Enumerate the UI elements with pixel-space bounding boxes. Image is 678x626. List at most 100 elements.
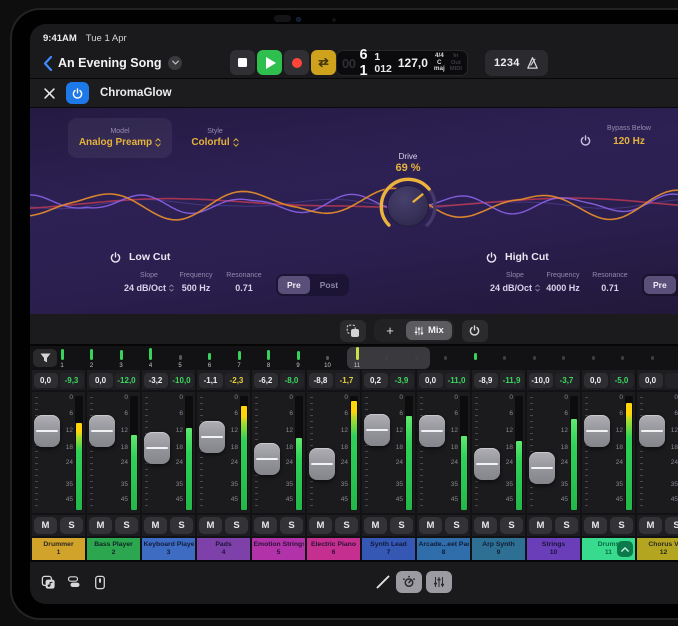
channel-name-cell[interactable]: Arcade...eet Pad 8 xyxy=(417,538,470,560)
channel-fader-track[interactable]: 061218243545 xyxy=(582,392,635,513)
channel-fader-handle[interactable] xyxy=(89,415,115,447)
overview-meter[interactable] xyxy=(592,356,595,360)
overview-meter[interactable] xyxy=(90,349,93,360)
add-track-button[interactable]: + xyxy=(376,321,404,340)
solo-button[interactable]: S xyxy=(170,517,193,534)
mute-button[interactable]: M xyxy=(529,517,552,534)
lcd-display[interactable]: 00 6 1 1 012 127,0 4/4 C maj In Out MIDI xyxy=(336,50,468,76)
channel-volume-value[interactable]: 0,0 xyxy=(419,373,443,388)
mute-button[interactable]: M xyxy=(584,517,607,534)
channel-fader-handle[interactable] xyxy=(639,415,665,447)
low-cut-post-button[interactable]: Post xyxy=(311,276,347,294)
song-title-menu[interactable]: An Evening Song xyxy=(58,46,182,79)
solo-button[interactable]: S xyxy=(665,517,678,534)
model-selector[interactable]: Model Analog Preamp xyxy=(68,118,172,158)
channel-volume-value[interactable]: -8,8 xyxy=(309,373,333,388)
solo-button[interactable]: S xyxy=(225,517,248,534)
overview-meter[interactable] xyxy=(562,356,565,360)
overview-meter[interactable] xyxy=(356,347,359,360)
channel-fader-track[interactable]: 061218243545 xyxy=(32,392,85,513)
solo-button[interactable]: S xyxy=(390,517,413,534)
play-button[interactable] xyxy=(257,50,282,75)
channel-peak-value[interactable]: -5,0 xyxy=(610,373,634,388)
channel-fader-handle[interactable] xyxy=(419,415,445,447)
channel-fader-track[interactable]: 061218243545 xyxy=(417,392,470,513)
low-cut-pre-button[interactable]: Pre xyxy=(278,276,310,294)
channel-volume-value[interactable]: 0,2 xyxy=(364,373,388,388)
overview-meter[interactable] xyxy=(415,356,418,360)
bypass-below-control[interactable]: Bypass Below 120 Hz xyxy=(597,118,661,147)
solo-button[interactable]: S xyxy=(280,517,303,534)
channel-name-cell[interactable]: Chorus V 12 xyxy=(637,538,678,560)
channel-fader-track[interactable]: 061218243545 xyxy=(637,392,678,513)
mute-button[interactable]: M xyxy=(364,517,387,534)
level-control[interactable]: Level 0.0 xyxy=(666,118,678,147)
channel-name-cell[interactable]: Drums 11 xyxy=(582,538,635,560)
controls-view-button[interactable] xyxy=(396,571,422,593)
channel-fader-handle[interactable] xyxy=(199,421,225,453)
channel-peak-value[interactable]: -3,7 xyxy=(555,373,579,388)
channel-fader-track[interactable]: 061218243545 xyxy=(197,392,250,513)
overview-meter[interactable] xyxy=(326,356,329,360)
solo-button[interactable]: S xyxy=(500,517,523,534)
stop-button[interactable] xyxy=(230,50,255,75)
channel-name-cell[interactable]: Pads 4 xyxy=(197,538,250,560)
solo-button[interactable]: S xyxy=(610,517,633,534)
overview-meter[interactable] xyxy=(238,351,241,360)
channel-fader-track[interactable]: 061218243545 xyxy=(362,392,415,513)
back-button[interactable] xyxy=(38,52,56,74)
channel-fader-handle[interactable] xyxy=(144,432,170,464)
channel-name-cell[interactable]: Emotion Strings 5 xyxy=(252,538,305,560)
plugin-power-button[interactable] xyxy=(66,82,89,104)
bypass-power-icon[interactable] xyxy=(580,135,591,146)
overview-meter[interactable] xyxy=(267,350,270,360)
channel-peak-value[interactable]: -1,7 xyxy=(335,373,359,388)
overview-meter[interactable] xyxy=(149,348,152,360)
mixer-view-button[interactable] xyxy=(426,571,452,593)
edit-button[interactable] xyxy=(373,572,393,592)
channel-fader-handle[interactable] xyxy=(529,452,555,484)
channel-fader-track[interactable]: 061218243545 xyxy=(527,392,580,513)
style-selector[interactable]: Style Colorful xyxy=(180,118,250,158)
plugins-button[interactable] xyxy=(64,572,84,592)
overview-meter[interactable] xyxy=(208,353,211,360)
mix-view-button[interactable]: Mix xyxy=(406,321,452,340)
channel-peak-value[interactable]: -3,9 xyxy=(390,373,414,388)
overview-meter[interactable] xyxy=(444,356,447,360)
high-cut-pre-button[interactable]: Pre xyxy=(644,276,676,294)
mute-button[interactable]: M xyxy=(309,517,332,534)
channel-fader-track[interactable]: 061218243545 xyxy=(142,392,195,513)
high-cut-resonance[interactable]: Resonance 0.71 xyxy=(582,272,638,293)
mute-button[interactable]: M xyxy=(639,517,662,534)
solo-button[interactable]: S xyxy=(335,517,358,534)
channel-name-cell[interactable]: Electric Piano 6 xyxy=(307,538,360,560)
solo-button[interactable]: S xyxy=(555,517,578,534)
close-icon[interactable] xyxy=(44,88,55,99)
channel-name-cell[interactable]: Bass Player 2 xyxy=(87,538,140,560)
mute-button[interactable]: M xyxy=(474,517,497,534)
channel-peak-value[interactable]: -11,0 xyxy=(445,373,469,388)
low-cut-resonance[interactable]: Resonance 0.71 xyxy=(216,272,272,293)
paste-settings-button[interactable] xyxy=(340,320,366,342)
channel-volume-value[interactable]: -10,0 xyxy=(529,373,553,388)
mute-button[interactable]: M xyxy=(34,517,57,534)
channel-fader-track[interactable]: 061218243545 xyxy=(252,392,305,513)
channel-volume-value[interactable]: -1,1 xyxy=(199,373,223,388)
high-cut-power-icon[interactable] xyxy=(486,252,497,263)
record-button[interactable] xyxy=(284,50,309,75)
overview-meter[interactable] xyxy=(474,353,477,360)
channel-fader-handle[interactable] xyxy=(254,443,280,475)
low-cut-power-icon[interactable] xyxy=(110,252,121,263)
channel-peak-value[interactable]: -8,0 xyxy=(280,373,304,388)
channel-volume-value[interactable]: 0,0 xyxy=(639,373,663,388)
mixer-power-button[interactable] xyxy=(462,320,488,342)
overview-meter[interactable] xyxy=(120,350,123,360)
channel-volume-value[interactable]: 0,0 xyxy=(34,373,58,388)
channel-fader-handle[interactable] xyxy=(474,448,500,480)
channel-fader-track[interactable]: 061218243545 xyxy=(307,392,360,513)
overview-meter[interactable] xyxy=(61,349,64,360)
solo-button[interactable]: S xyxy=(445,517,468,534)
overview-meter[interactable] xyxy=(179,355,182,360)
channel-name-cell[interactable]: Synth Lead 7 xyxy=(362,538,415,560)
channel-peak-value[interactable]: -2,3 xyxy=(225,373,249,388)
